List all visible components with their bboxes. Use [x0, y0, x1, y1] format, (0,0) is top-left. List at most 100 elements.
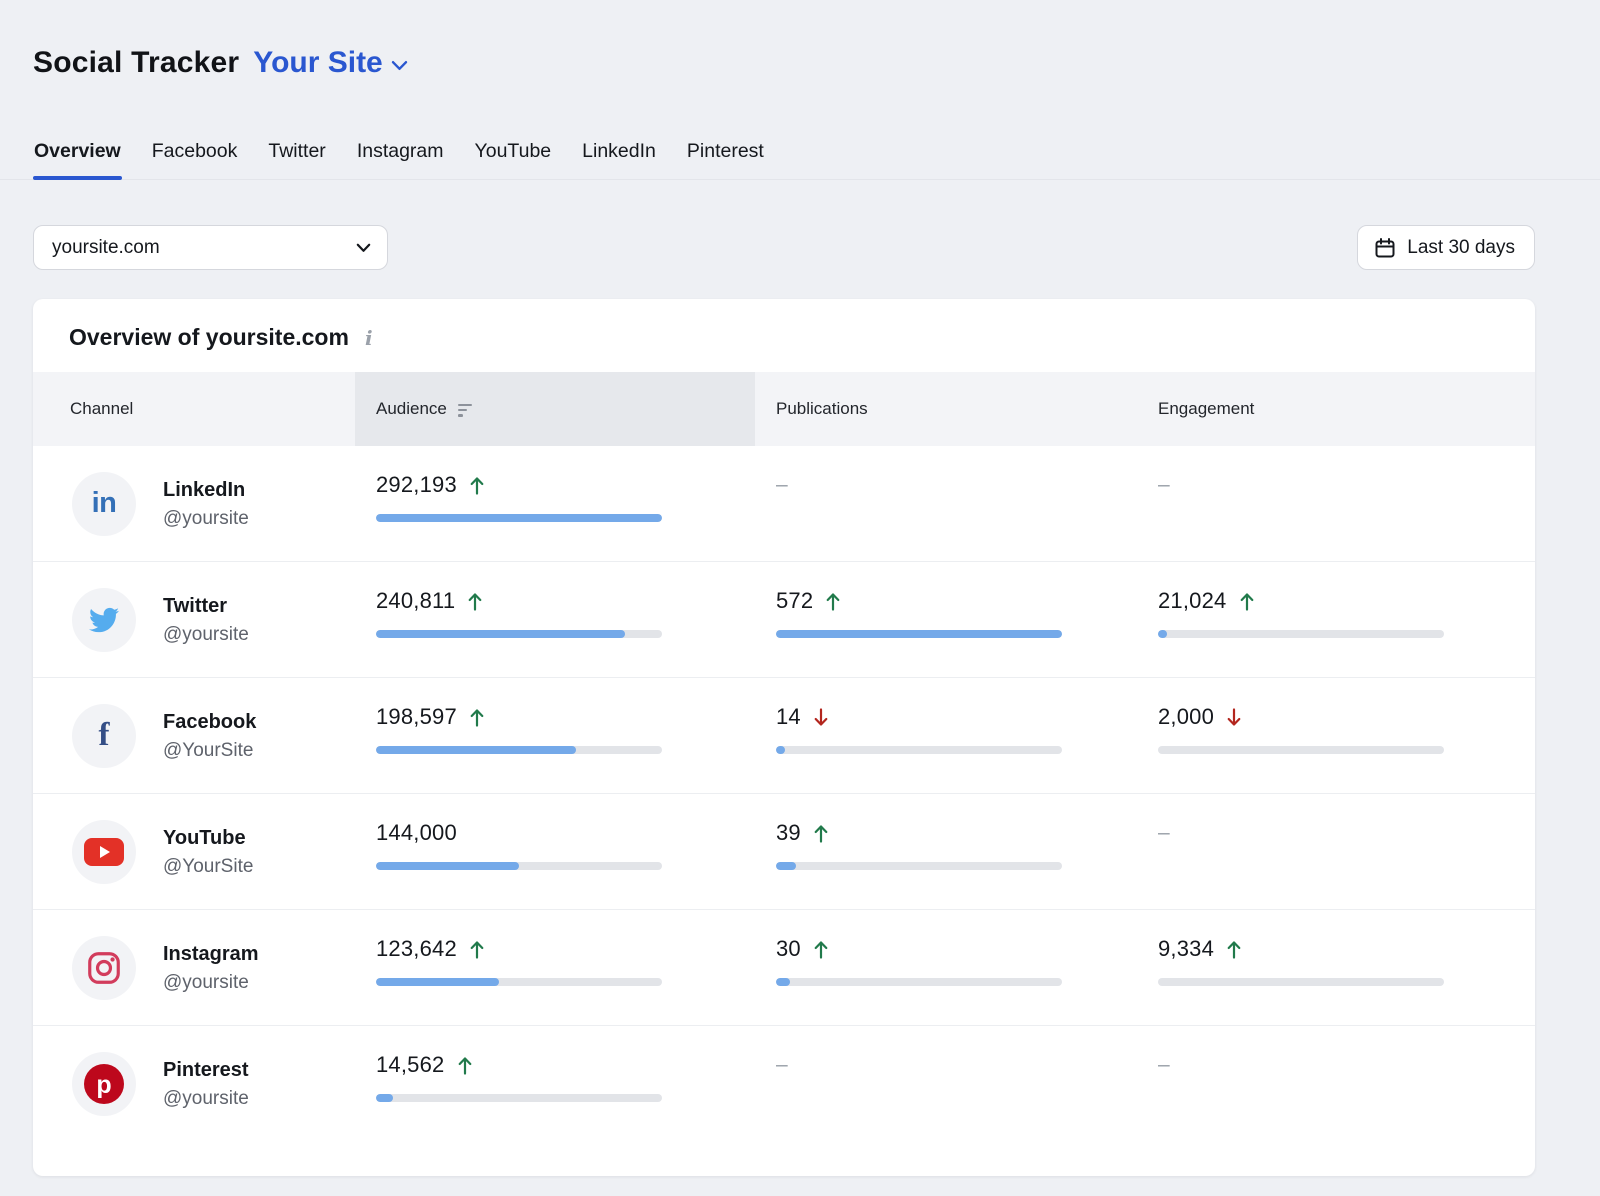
channel-name: Twitter — [163, 596, 249, 616]
publications-value: 39 — [776, 820, 801, 846]
tab-youtube[interactable]: YouTube — [474, 140, 553, 179]
publications-empty: – — [776, 473, 788, 497]
channel-name: YouTube — [163, 828, 253, 848]
trend-up-icon — [1226, 939, 1242, 960]
instagram-icon — [85, 949, 123, 987]
audience-value: 240,811 — [376, 588, 455, 614]
publications-empty: – — [776, 1053, 788, 1077]
table-row: f Facebook @YourSite 198,597 14 2,000 — [33, 677, 1535, 793]
table-row: pPinterest@yoursite 14,562 – – — [33, 1025, 1535, 1141]
audience-cell: 292,193 — [355, 446, 755, 561]
site-select[interactable]: yoursite.com — [33, 225, 388, 270]
engagement-cell: 9,334 — [1137, 910, 1535, 1025]
channel-cell[interactable]: YouTube @YourSite — [33, 794, 355, 909]
tabs-bar: Overview Facebook Twitter Instagram YouTube L… — [0, 140, 1600, 180]
table-header-row: Channel Audience Publications Engagement — [33, 372, 1535, 446]
channel-cell[interactable]: inLinkedIn@yoursite — [33, 446, 355, 561]
publications-cell: 14 — [755, 678, 1137, 793]
publications-cell: – — [755, 1026, 1137, 1141]
overview-card: Overview of yoursite.com i Channel Audie… — [33, 299, 1535, 1176]
engagement-empty: – — [1158, 1053, 1170, 1077]
audience-progress-bar — [376, 630, 662, 638]
audience-value: 292,193 — [376, 472, 457, 498]
trend-down-icon — [1226, 707, 1242, 728]
publications-progress-bar — [776, 746, 1062, 754]
project-switcher[interactable]: Your Site — [253, 46, 407, 80]
publications-progress-bar — [776, 630, 1062, 638]
trend-up-icon — [813, 939, 829, 960]
audience-progress-bar — [376, 978, 662, 986]
table-body: in LinkedIn @yoursite 292,193 – – Twitter @your… — [33, 446, 1535, 1141]
trend-up-icon — [1239, 591, 1255, 612]
channel-cell[interactable]: Twitter @yoursite — [33, 562, 355, 677]
date-range-button[interactable]: Last 30 days — [1357, 225, 1535, 270]
engagement-empty: – — [1158, 821, 1170, 845]
project-name: Your Site — [253, 46, 382, 80]
audience-progress-bar — [376, 1094, 662, 1102]
tabs: Overview Facebook Twitter Instagram YouTube L… — [33, 140, 1535, 179]
audience-value: 198,597 — [376, 704, 457, 730]
channel-avatar — [72, 820, 136, 884]
channel-handle: @yoursite — [163, 973, 259, 992]
column-label: Engagement — [1158, 399, 1254, 419]
trend-up-icon — [469, 475, 485, 496]
channel-handle: @YourSite — [163, 741, 256, 760]
social-tracker-page: Social Tracker Your Site Overview Faceboo… — [0, 0, 1600, 1196]
trend-up-icon — [825, 591, 841, 612]
audience-progress-bar — [376, 862, 662, 870]
trend-up-icon — [467, 591, 483, 612]
card-header: Overview of yoursite.com i — [33, 299, 1535, 372]
channel-cell[interactable]: pPinterest@yoursite — [33, 1026, 355, 1141]
publications-progress-bar — [776, 862, 1062, 870]
channel-avatar: f — [72, 704, 136, 768]
card-title: Overview of yoursite.com — [69, 324, 349, 351]
engagement-value: 2,000 — [1158, 704, 1214, 730]
controls-row: yoursite.com Last 30 days — [33, 225, 1535, 270]
tab-linkedin[interactable]: LinkedIn — [581, 140, 657, 179]
audience-cell: 240,811 — [355, 562, 755, 677]
column-header-publications[interactable]: Publications — [755, 372, 1137, 446]
engagement-value: 9,334 — [1158, 936, 1214, 962]
channel-cell[interactable]: Instagram@yoursite — [33, 910, 355, 1025]
engagement-progress-bar — [1158, 746, 1444, 754]
tab-pinterest[interactable]: Pinterest — [686, 140, 765, 179]
publications-value: 30 — [776, 936, 801, 962]
channel-name: Facebook — [163, 712, 256, 732]
pinterest-icon: p — [84, 1064, 124, 1104]
publications-value: 14 — [776, 704, 801, 730]
audience-value: 144,000 — [376, 820, 457, 846]
column-header-engagement[interactable]: Engagement — [1137, 372, 1535, 446]
tab-facebook[interactable]: Facebook — [151, 140, 239, 179]
trend-down-icon — [813, 707, 829, 728]
engagement-progress-bar — [1158, 978, 1444, 986]
channel-name: LinkedIn — [163, 480, 249, 500]
date-range-label: Last 30 days — [1407, 237, 1515, 259]
engagement-value: 21,024 — [1158, 588, 1227, 614]
trend-up-icon — [469, 707, 485, 728]
engagement-cell: 21,024 — [1137, 562, 1535, 677]
tab-twitter[interactable]: Twitter — [267, 140, 326, 179]
trend-up-icon — [469, 939, 485, 960]
calendar-icon — [1374, 237, 1396, 259]
engagement-cell: – — [1137, 1026, 1535, 1141]
table-row: YouTube @YourSite 144,000 39 – — [33, 793, 1535, 909]
audience-value: 14,562 — [376, 1052, 445, 1078]
twitter-icon — [87, 605, 121, 635]
chevron-down-icon — [391, 60, 408, 71]
audience-cell: 198,597 — [355, 678, 755, 793]
column-header-audience[interactable]: Audience — [355, 372, 755, 446]
table-row: Twitter @yoursite 240,811 572 21,024 — [33, 561, 1535, 677]
audience-cell: 123,642 — [355, 910, 755, 1025]
channel-handle: @YourSite — [163, 857, 253, 876]
tab-overview[interactable]: Overview — [33, 140, 122, 179]
channel-cell[interactable]: f Facebook @YourSite — [33, 678, 355, 793]
channel-avatar: p — [72, 1052, 136, 1116]
channel-avatar: in — [72, 472, 136, 536]
info-icon[interactable]: i — [361, 326, 377, 350]
channel-handle: @yoursite — [163, 625, 249, 644]
publications-cell: 572 — [755, 562, 1137, 677]
engagement-progress-bar — [1158, 630, 1444, 638]
page-title: Social Tracker — [33, 46, 239, 80]
facebook-icon: f — [99, 717, 110, 754]
tab-instagram[interactable]: Instagram — [356, 140, 445, 179]
